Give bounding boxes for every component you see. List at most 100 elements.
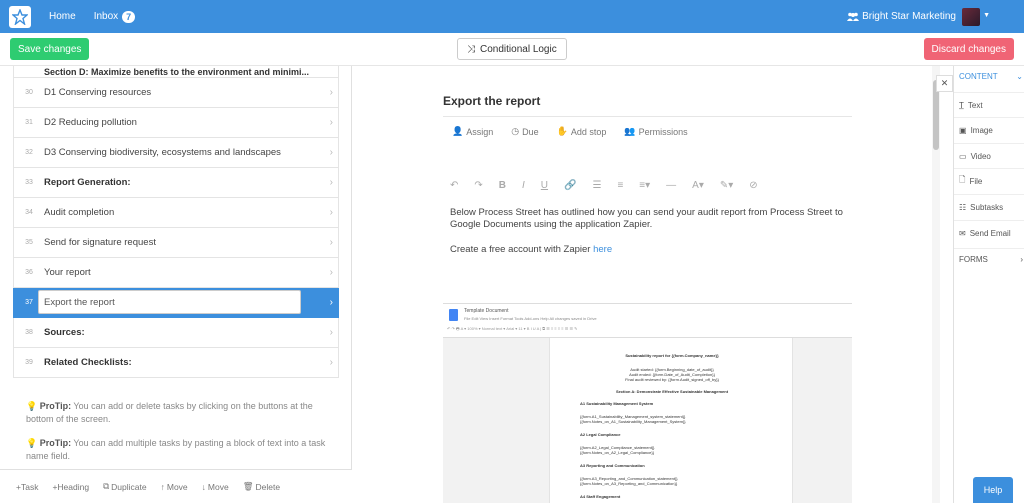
move-down-button[interactable]: ↓ Move bbox=[202, 482, 229, 492]
nav-inbox[interactable]: Inbox 7 bbox=[94, 10, 136, 23]
undo-icon[interactable]: ↶ bbox=[450, 180, 458, 191]
caret-down-icon[interactable]: ▼ bbox=[983, 12, 990, 19]
task-row-partial[interactable]: Section D: Maximize benefits to the envi… bbox=[13, 66, 339, 78]
text-icon: T̲ bbox=[959, 100, 964, 110]
due-label: Due bbox=[522, 126, 539, 137]
task-actions-bar: +Task +Heading ⧉ Duplicate ↑ Move ↓ Move 🗑 D… bbox=[0, 469, 352, 503]
task-number: 36 bbox=[25, 269, 33, 276]
task-name: Sources: bbox=[44, 327, 85, 338]
chevron-right-icon: › bbox=[329, 267, 333, 278]
doc-header: Template Document File Edit View Insert … bbox=[443, 304, 852, 338]
widget-file[interactable]: 🗋 File bbox=[954, 168, 1024, 193]
main-scrollbar[interactable] bbox=[932, 66, 940, 503]
content-section-header[interactable]: CONTENT ⌄ bbox=[959, 72, 1023, 81]
task-title[interactable]: Export the report bbox=[443, 94, 540, 108]
link-icon[interactable]: 🔗 bbox=[564, 180, 576, 191]
add-task-button[interactable]: +Task bbox=[16, 482, 38, 492]
due-button[interactable]: ◷ Due bbox=[511, 126, 538, 137]
move-up-button[interactable]: ↑ Move bbox=[161, 482, 188, 492]
doc-line: A3 Reporting and Communication bbox=[580, 463, 645, 468]
rich-text-toolbar: ↶ ↷ B I U 🔗 ☰ ≡ ≡▾ — A▾ ✎▾ ⊘ bbox=[450, 180, 774, 191]
widget-image[interactable]: ▣ Image bbox=[954, 117, 1024, 142]
widget-text[interactable]: T̲ Text bbox=[954, 92, 1024, 117]
duplicate-label: Duplicate bbox=[111, 481, 147, 492]
protip-2: 💡 ProTip: You can add multiple tasks by … bbox=[26, 437, 326, 463]
widget-image-label: Image bbox=[970, 125, 993, 135]
horizontal-rule-icon[interactable]: — bbox=[666, 180, 676, 191]
task-row[interactable]: 34 Audit completion › bbox=[13, 198, 339, 228]
discard-changes-button[interactable]: Discard changes bbox=[923, 38, 1014, 60]
highlight-icon[interactable]: ✎▾ bbox=[720, 180, 733, 191]
content-paragraph[interactable]: Below Process Street has outlined how yo… bbox=[450, 207, 850, 231]
lightbulb-icon: 💡 bbox=[26, 401, 38, 411]
action-bar: Save changes ⤨ Conditional Logic Discard… bbox=[0, 33, 1024, 66]
doc-line: {{form.Notes_on_A1_Sustainability_Manage… bbox=[580, 419, 686, 424]
forms-section-header[interactable]: FORMS › bbox=[959, 255, 1023, 264]
chevron-right-icon: › bbox=[329, 357, 333, 368]
delete-button[interactable]: 🗑 Delete bbox=[243, 481, 280, 492]
zapier-link[interactable]: here bbox=[593, 244, 612, 255]
task-number: 39 bbox=[25, 359, 33, 366]
chevron-right-icon: › bbox=[329, 207, 333, 218]
task-name: Report Generation: bbox=[44, 177, 131, 188]
clear-format-icon[interactable]: ⊘ bbox=[749, 180, 757, 191]
task-row[interactable]: 35 Send for signature request › bbox=[13, 228, 339, 258]
numbered-list-icon[interactable]: ≡ bbox=[617, 180, 623, 191]
doc-line: A2 Legal Compliance bbox=[580, 432, 621, 437]
task-row[interactable]: 31 D2 Reducing pollution › bbox=[13, 108, 339, 138]
app-logo[interactable] bbox=[9, 5, 31, 28]
users-permission-icon: 👥 bbox=[624, 126, 636, 136]
task-row[interactable]: 36 Your report › bbox=[13, 258, 339, 288]
permissions-button[interactable]: 👥 Permissions bbox=[624, 126, 687, 137]
video-icon: ▭ bbox=[959, 151, 967, 161]
protip-text: You can add multiple tasks by pasting a … bbox=[26, 438, 326, 461]
task-row[interactable]: 37 Export the report › bbox=[13, 288, 339, 318]
italic-icon[interactable]: I bbox=[522, 180, 525, 191]
nav-home[interactable]: Home bbox=[49, 11, 76, 22]
widget-video[interactable]: ▭ Video bbox=[954, 143, 1024, 168]
users-icon bbox=[847, 12, 860, 21]
bullet-list-icon[interactable]: ☰ bbox=[592, 180, 601, 191]
text-color-icon[interactable]: A▾ bbox=[692, 180, 704, 191]
conditional-logic-button[interactable]: ⤨ Conditional Logic bbox=[457, 38, 567, 60]
task-row[interactable]: 38 Sources: › bbox=[13, 318, 339, 348]
chevron-right-icon: › bbox=[329, 117, 333, 128]
delete-label: Delete bbox=[255, 481, 281, 492]
close-panel-icon[interactable]: ✕ bbox=[936, 75, 953, 92]
task-row[interactable]: 39 Related Checklists: › bbox=[13, 348, 339, 378]
image-icon: ▣ bbox=[959, 125, 967, 135]
arrow-up-icon: ↑ bbox=[160, 481, 165, 492]
doc-line: {{form.Notes_on_A2_Legal_Compliance}} bbox=[580, 450, 655, 455]
chevron-right-icon: › bbox=[1020, 255, 1023, 264]
align-icon[interactable]: ≡▾ bbox=[639, 180, 650, 191]
task-list: Section D: Maximize benefits to the envi… bbox=[13, 66, 339, 378]
redo-icon[interactable]: ↷ bbox=[474, 180, 482, 191]
doc-line: A4 Staff Engagement bbox=[580, 494, 621, 499]
org-switcher[interactable]: Bright Star Marketing bbox=[847, 11, 956, 22]
help-button[interactable]: Help bbox=[973, 477, 1013, 503]
add-heading-button[interactable]: +Heading bbox=[52, 482, 89, 492]
permissions-label: Permissions bbox=[638, 126, 688, 137]
task-row[interactable]: 33 Report Generation: › bbox=[13, 168, 339, 198]
user-icon: 👤 bbox=[452, 126, 464, 136]
widget-send-email[interactable]: ✉ Send Email bbox=[954, 220, 1024, 245]
duplicate-button[interactable]: ⧉ Duplicate bbox=[103, 481, 147, 492]
protip-label: ProTip: bbox=[39, 438, 72, 448]
chevron-right-icon: › bbox=[329, 327, 333, 338]
task-editor: Export the report 👤 Assign ◷ Due ✋ Add stop… bbox=[352, 66, 940, 503]
task-row[interactable]: 30 D1 Conserving resources › bbox=[13, 78, 339, 108]
chevron-down-icon: ⌄ bbox=[1016, 72, 1023, 81]
doc-line: Final audit reviewed by: {{form.Audit_si… bbox=[625, 377, 719, 382]
underline-icon[interactable]: U bbox=[541, 180, 548, 191]
bold-icon[interactable]: B bbox=[499, 180, 506, 191]
task-number: 34 bbox=[25, 209, 33, 216]
title-divider bbox=[443, 116, 852, 117]
content-link-line[interactable]: Create a free account with Zapier here bbox=[450, 244, 612, 255]
widget-subtasks[interactable]: ☷ Subtasks bbox=[954, 194, 1024, 219]
save-changes-button[interactable]: Save changes bbox=[10, 38, 90, 60]
add-stop-button[interactable]: ✋ Add stop bbox=[557, 126, 607, 137]
avatar[interactable] bbox=[962, 8, 980, 26]
assign-button[interactable]: 👤 Assign bbox=[452, 126, 493, 137]
task-name-input[interactable]: Export the report bbox=[38, 290, 301, 314]
task-row[interactable]: 32 D3 Conserving biodiversity, ecosystems… bbox=[13, 138, 339, 168]
